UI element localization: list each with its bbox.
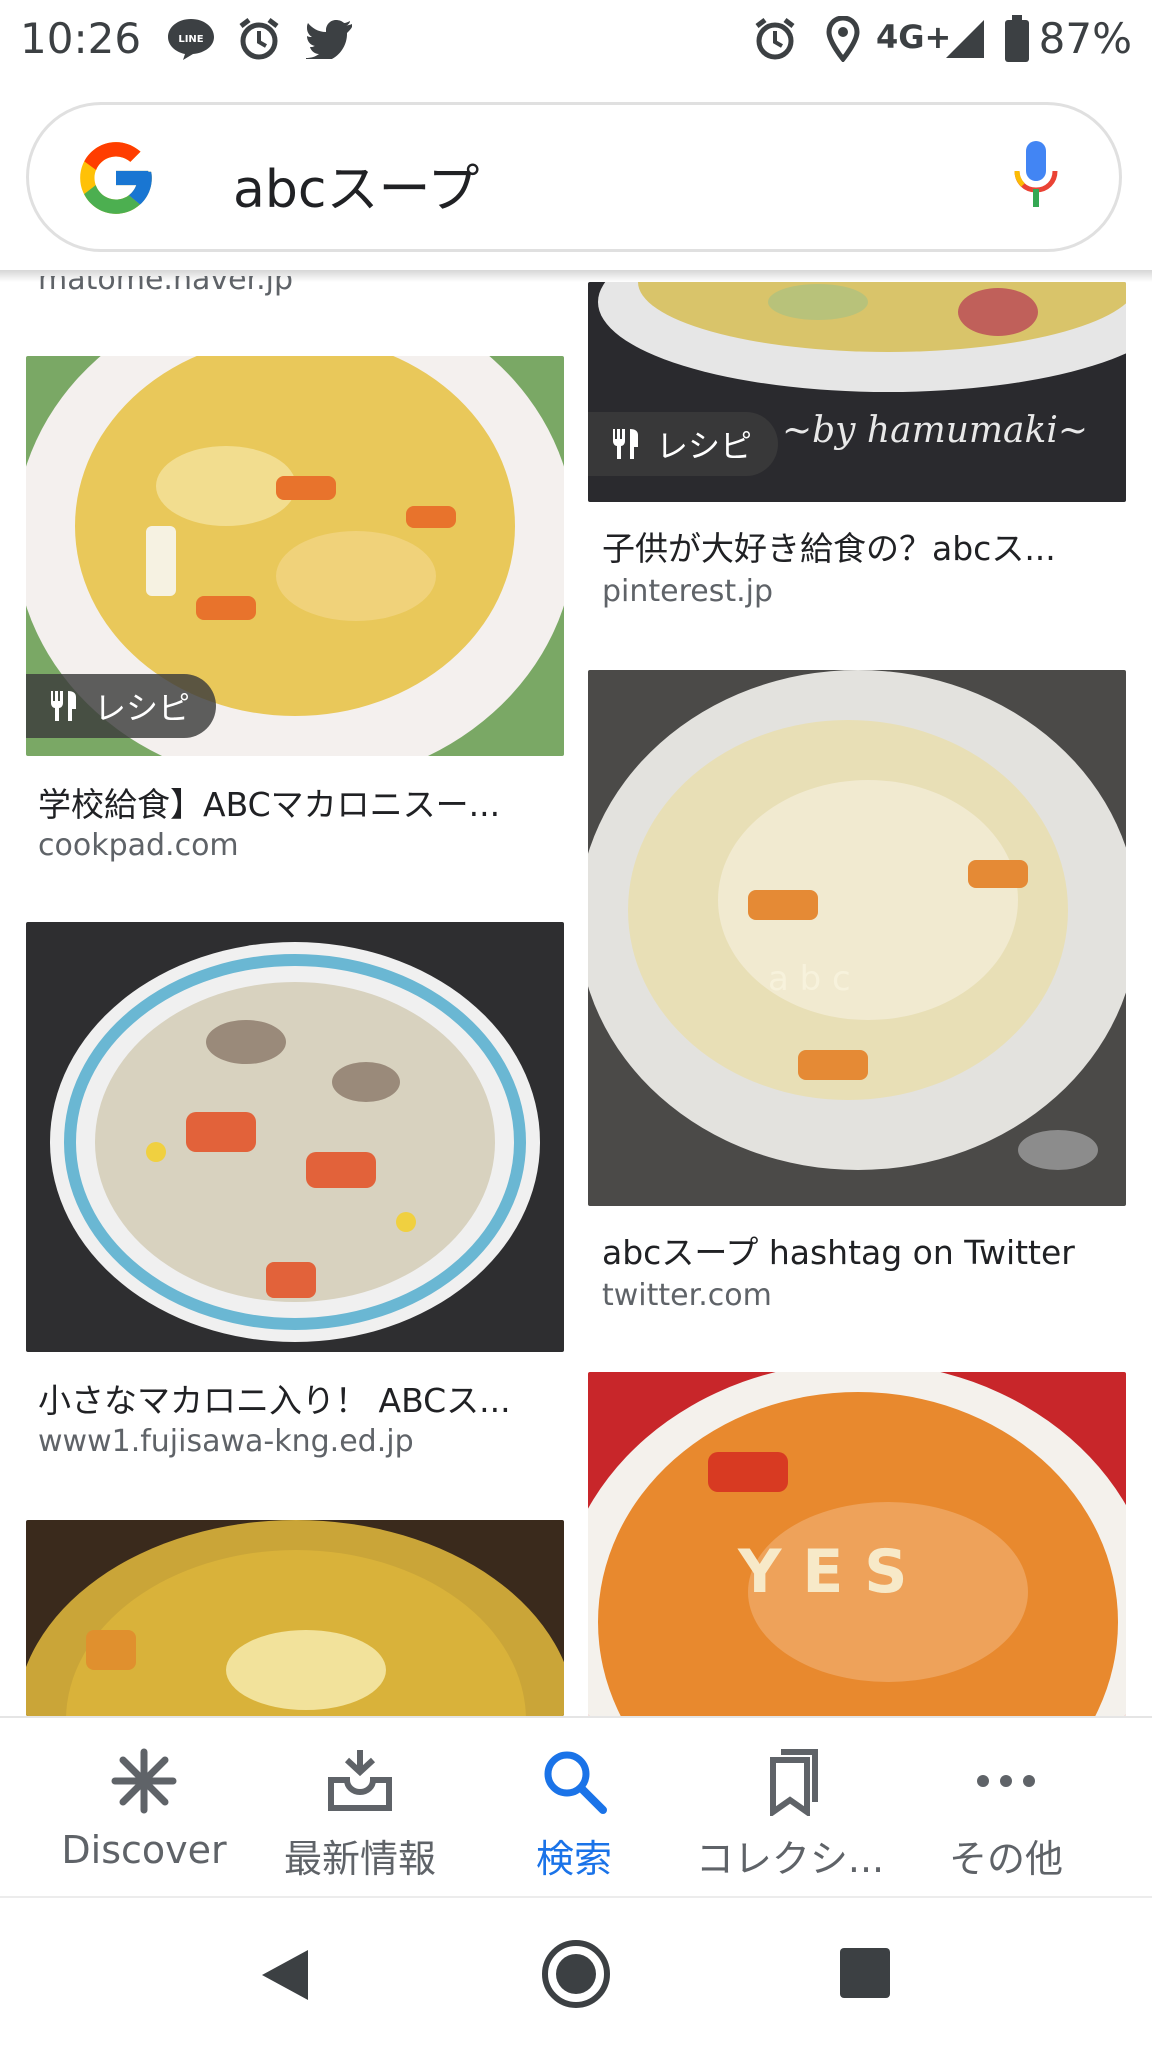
nav-label: Discover [61,1828,227,1872]
result-title[interactable]: abcスープ hashtag on Twitter [602,1226,1132,1274]
result-source[interactable]: twitter.com [602,1278,772,1313]
soup-bowl-image [50,942,540,1342]
nav-label: その他 [948,1837,1063,1881]
nav-collections[interactable]: コレクシ... [680,1746,900,1883]
result-title[interactable]: 子供が大好き給食の？abcス... [602,522,1102,570]
svg-text:LINE: LINE [178,34,203,45]
result-image[interactable]: ~by hamumaki~ レシピ [588,282,1126,502]
line-app-icon: LINE [166,12,216,66]
twitter-icon [306,12,354,66]
system-navigation-bar [0,1896,1152,2050]
status-time: 10:26 [20,14,142,63]
signal-icon [944,12,986,66]
bottom-navigation: Discover 最新情報 検索 コレクシ... その他 [0,1716,1152,1898]
svg-text:a b c: a b c [768,959,851,999]
more-icon [977,1775,1035,1787]
result-image[interactable]: Y E S [588,1372,1126,1716]
soup-bowl-image: Y E S [588,1372,1126,1716]
microphone-icon[interactable] [1011,139,1061,223]
result-source[interactable]: matome.naver.jp [38,276,293,297]
result-image[interactable]: レシピ [26,356,564,756]
restaurant-icon [51,691,76,721]
alarm-icon [752,12,798,66]
search-query[interactable]: abcスープ [233,147,479,222]
status-bar: 10:26 LINE 4G+ 87% [0,0,1152,82]
search-icon [544,1751,607,1814]
recipe-badge: レシピ [588,412,779,476]
result-source[interactable]: pinterest.jp [602,574,773,609]
restaurant-icon [613,429,638,459]
nav-label: コレクシ... [695,1837,885,1881]
search-bar[interactable]: abcスープ [26,102,1122,252]
nav-discover[interactable]: Discover [34,1746,254,1872]
nav-label: 検索 [535,1837,612,1881]
result-source[interactable]: www1.fujisawa-kng.ed.jp [38,1424,414,1459]
nav-label: 最新情報 [283,1837,436,1881]
soup-bowl-image [26,1520,564,1716]
soup-bowl-image: a b c [588,670,1126,1170]
recipe-badge: レシピ [26,674,217,738]
home-icon[interactable] [540,1938,612,2010]
nav-updates[interactable]: 最新情報 [250,1746,470,1883]
recipe-badge-label: レシピ [94,689,191,727]
result-title[interactable]: 小さなマカロニ入り！ ABCス... [38,1374,538,1422]
back-icon[interactable] [256,1946,314,2004]
asterisk-icon [111,1748,177,1814]
svg-text:Y E S: Y E S [737,1537,907,1607]
updates-tray-icon [328,1750,392,1811]
battery-icon [1004,12,1030,66]
nav-more[interactable]: その他 [896,1746,1116,1883]
battery-percent: 87% [1038,14,1132,63]
network-type: 4G+ [876,18,952,56]
result-image[interactable] [26,1520,564,1716]
result-title[interactable]: 学校給食】ABCマカロニスー... [38,778,538,826]
location-icon [826,12,860,66]
watermark-text: ~by hamumaki~ [782,410,1088,451]
result-source[interactable]: cookpad.com [38,828,239,863]
google-logo-icon [73,135,159,225]
recipe-badge-label: レシピ [656,427,753,465]
result-image[interactable]: a b c [588,670,1126,1206]
result-image[interactable] [26,922,564,1352]
nav-search[interactable]: 検索 [464,1746,684,1883]
alarm-icon [236,12,282,66]
collections-icon [770,1749,818,1818]
recents-icon[interactable] [840,1948,890,1998]
